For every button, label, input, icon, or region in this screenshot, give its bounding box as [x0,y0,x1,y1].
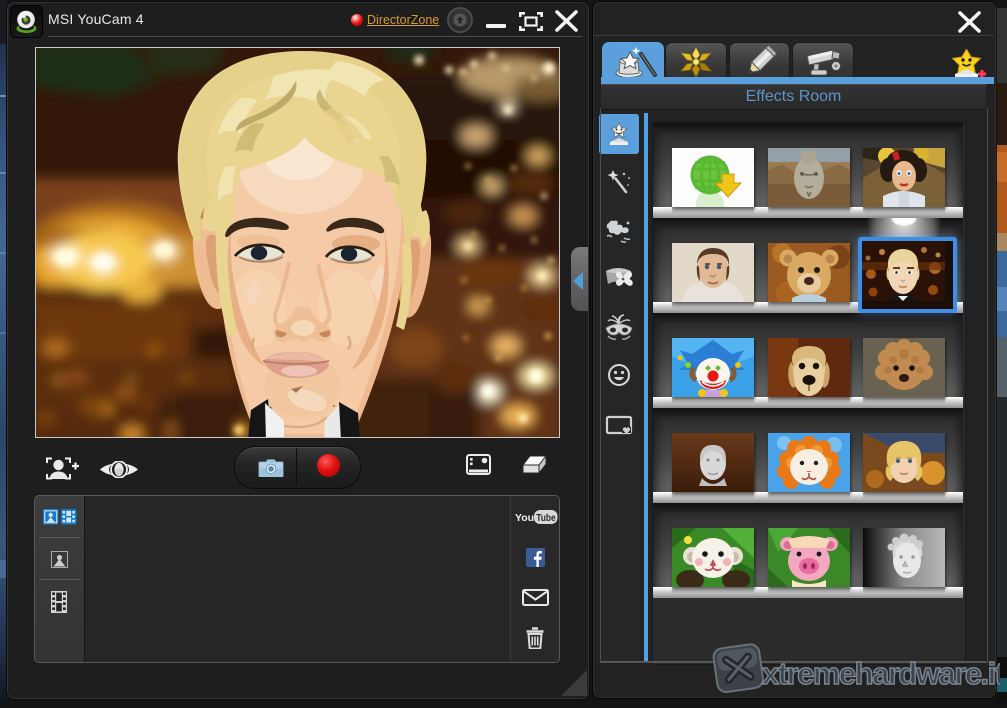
svg-text:xtremehardware.it: xtremehardware.it [762,656,1000,691]
svg-text:Tube: Tube [536,513,556,524]
svg-text:You: You [515,512,534,524]
